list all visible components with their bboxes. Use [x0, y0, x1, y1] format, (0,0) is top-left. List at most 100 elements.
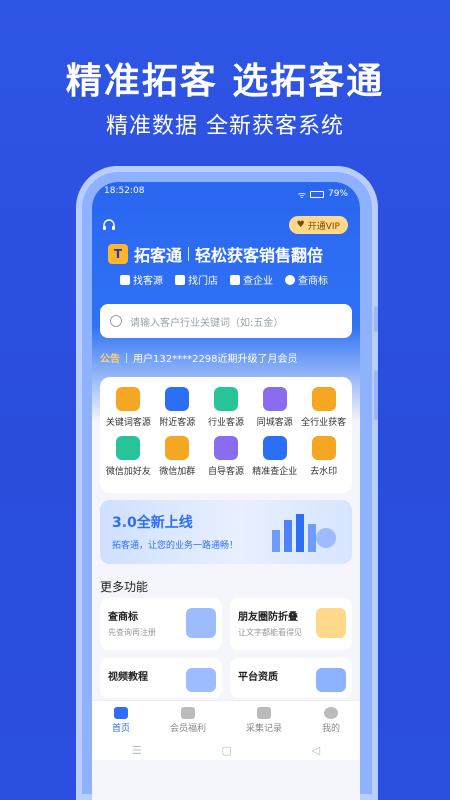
grid-item-label: 同城客源 — [256, 418, 293, 428]
feature-check-trademark[interactable]: 查商标 先查询再注册 — [100, 598, 222, 650]
grid-item[interactable]: 去水印 — [299, 436, 348, 477]
function-icon — [311, 387, 336, 411]
grid-item-label: 精准查企业 — [252, 467, 298, 477]
quick-links: 找客源 找门店 查企业 查商标 — [120, 272, 328, 287]
tab-home[interactable]: 首页 — [112, 707, 130, 734]
grid-item[interactable]: 微信加好友 — [104, 436, 153, 477]
quick-link-find-customers[interactable]: 找客源 — [120, 272, 163, 287]
grid-item[interactable]: 微信加群 — [153, 436, 202, 477]
function-icon — [213, 436, 238, 460]
promo-banner[interactable]: 3.0全新上线 拓客通，让您的业务一路通畅！ — [100, 500, 352, 564]
quick-link-label: 找客源 — [133, 276, 163, 287]
status-bar: 18:52:08 ᯤ 79% — [92, 186, 360, 202]
store-icon — [175, 274, 185, 285]
function-grid: 关键词客源 附近客源 行业客源 同城客源 全行业获客微信加好友 微信加群 自导客源 精准查企业… — [104, 387, 348, 477]
menu-icon[interactable]: ☰ — [132, 744, 142, 757]
more-features-title: 更多功能 — [100, 580, 149, 594]
home-icon — [113, 707, 128, 719]
phone-side-button — [374, 370, 378, 420]
tab-member-benefits[interactable]: 会员福利 — [170, 707, 206, 734]
video-illustration-icon — [186, 668, 216, 692]
phone-side-button — [374, 306, 378, 332]
status-time: 18:52:08 — [104, 186, 145, 196]
quick-link-find-stores[interactable]: 找门店 — [175, 272, 218, 287]
feature-anti-fold[interactable]: 朋友圈防折叠 让文字都能看得见 — [230, 598, 352, 650]
function-icon — [116, 387, 141, 411]
function-icon — [262, 387, 287, 411]
feature-video-tutorial[interactable]: 视频教程 — [100, 658, 222, 698]
grid-item[interactable]: 附近客源 — [153, 387, 202, 428]
trademark-icon — [285, 274, 295, 285]
back-icon[interactable]: ◁ — [312, 744, 320, 757]
battery-icon — [309, 190, 324, 198]
notice-divider — [126, 352, 127, 363]
chart-illustration-icon — [272, 514, 336, 552]
grid-item[interactable]: 全行业获客 — [299, 387, 348, 428]
promo-title: 精准拓客 选拓客通 — [65, 61, 385, 102]
function-icon — [311, 436, 336, 460]
profile-icon — [323, 707, 338, 719]
phone-illustration-icon — [316, 608, 346, 638]
brand-name: 拓客通 — [134, 246, 183, 265]
app-screen: 18:52:08 ᯤ 79% ♥ 开通VIP T 拓客通 轻松获客销售翻倍 找客… — [92, 182, 360, 800]
search-placeholder: 请输入客户行业关键词（如:五金） — [130, 317, 284, 329]
signal-icon: ᯤ — [297, 190, 306, 201]
document-icon — [256, 707, 271, 719]
battery-level: 79% — [327, 189, 348, 199]
search-icon — [110, 315, 122, 327]
grid-item[interactable]: 自导客源 — [202, 436, 251, 477]
gift-icon — [180, 707, 195, 719]
notice-bar[interactable]: 公告 用户132****2298近期升级了月会员 — [100, 350, 298, 365]
function-icon — [262, 436, 287, 460]
brand-divider — [188, 247, 190, 261]
grid-item-label: 微信加好友 — [105, 467, 151, 477]
bottom-tab-bar: 首页 会员福利 采集记录 我的 — [92, 700, 360, 740]
grid-item[interactable]: 精准查企业 — [250, 436, 299, 477]
tab-label: 首页 — [111, 724, 130, 734]
grid-item[interactable]: 行业客源 — [202, 387, 251, 428]
promo-subtitle: 精准数据 全新获客系统 — [106, 114, 344, 139]
quick-link-label: 找门店 — [188, 276, 218, 287]
grid-item-label: 附近客源 — [159, 418, 196, 428]
heart-icon: ♥ — [296, 220, 305, 230]
feature-platform-qualification[interactable]: 平台资质 — [230, 658, 352, 698]
notice-label: 公告 — [100, 354, 120, 365]
grid-item-label: 微信加群 — [159, 467, 196, 477]
person-icon — [120, 274, 130, 285]
brand-slogan: 轻松获客销售翻倍 — [195, 246, 324, 265]
tab-label: 我的 — [321, 724, 340, 734]
grid-item-label: 去水印 — [310, 467, 338, 477]
grid-item[interactable]: 同城客源 — [250, 387, 299, 428]
brand-row: T 拓客通 轻松获客销售翻倍 — [108, 242, 323, 266]
tab-label: 采集记录 — [245, 724, 282, 734]
banner-subtitle: 拓客通，让您的业务一路通畅！ — [112, 541, 239, 551]
system-nav-bar: ☰ ▢ ◁ — [92, 740, 360, 760]
search-input[interactable]: 请输入客户行业关键词（如:五金） — [100, 304, 352, 338]
quick-link-label: 查商标 — [298, 276, 328, 287]
banner-title: 3.0全新上线 — [112, 515, 193, 531]
quick-link-check-trademark[interactable]: 查商标 — [285, 272, 328, 287]
trademark-illustration-icon — [186, 608, 216, 638]
quick-link-check-company[interactable]: 查企业 — [230, 272, 273, 287]
certificate-illustration-icon — [316, 668, 346, 692]
function-grid-card: 关键词客源 附近客源 行业客源 同城客源 全行业获客微信加好友 微信加群 自导客源 精准查企业… — [100, 377, 352, 493]
grid-item-label: 自导客源 — [207, 467, 244, 477]
grid-item-label: 关键词客源 — [105, 418, 151, 428]
tab-collection-records[interactable]: 采集记录 — [246, 707, 282, 734]
open-vip-label: 开通VIP — [307, 221, 340, 232]
function-icon — [213, 387, 238, 411]
grid-item-label: 行业客源 — [207, 418, 244, 428]
function-icon — [165, 436, 190, 460]
tab-mine[interactable]: 我的 — [322, 707, 340, 734]
home-nav-icon[interactable]: ▢ — [222, 744, 232, 757]
grid-item-label: 全行业获客 — [301, 418, 347, 428]
grid-item[interactable]: 关键词客源 — [104, 387, 153, 428]
status-icons: ᯤ 79% — [298, 186, 348, 202]
logo-icon: T — [108, 244, 128, 264]
quick-link-label: 查企业 — [243, 276, 273, 287]
headset-icon[interactable] — [102, 219, 116, 233]
building-icon — [230, 274, 240, 285]
tab-label: 会员福利 — [169, 724, 206, 734]
notice-text: 用户132****2298近期升级了月会员 — [133, 354, 298, 365]
open-vip-button[interactable]: ♥ 开通VIP — [288, 216, 348, 234]
